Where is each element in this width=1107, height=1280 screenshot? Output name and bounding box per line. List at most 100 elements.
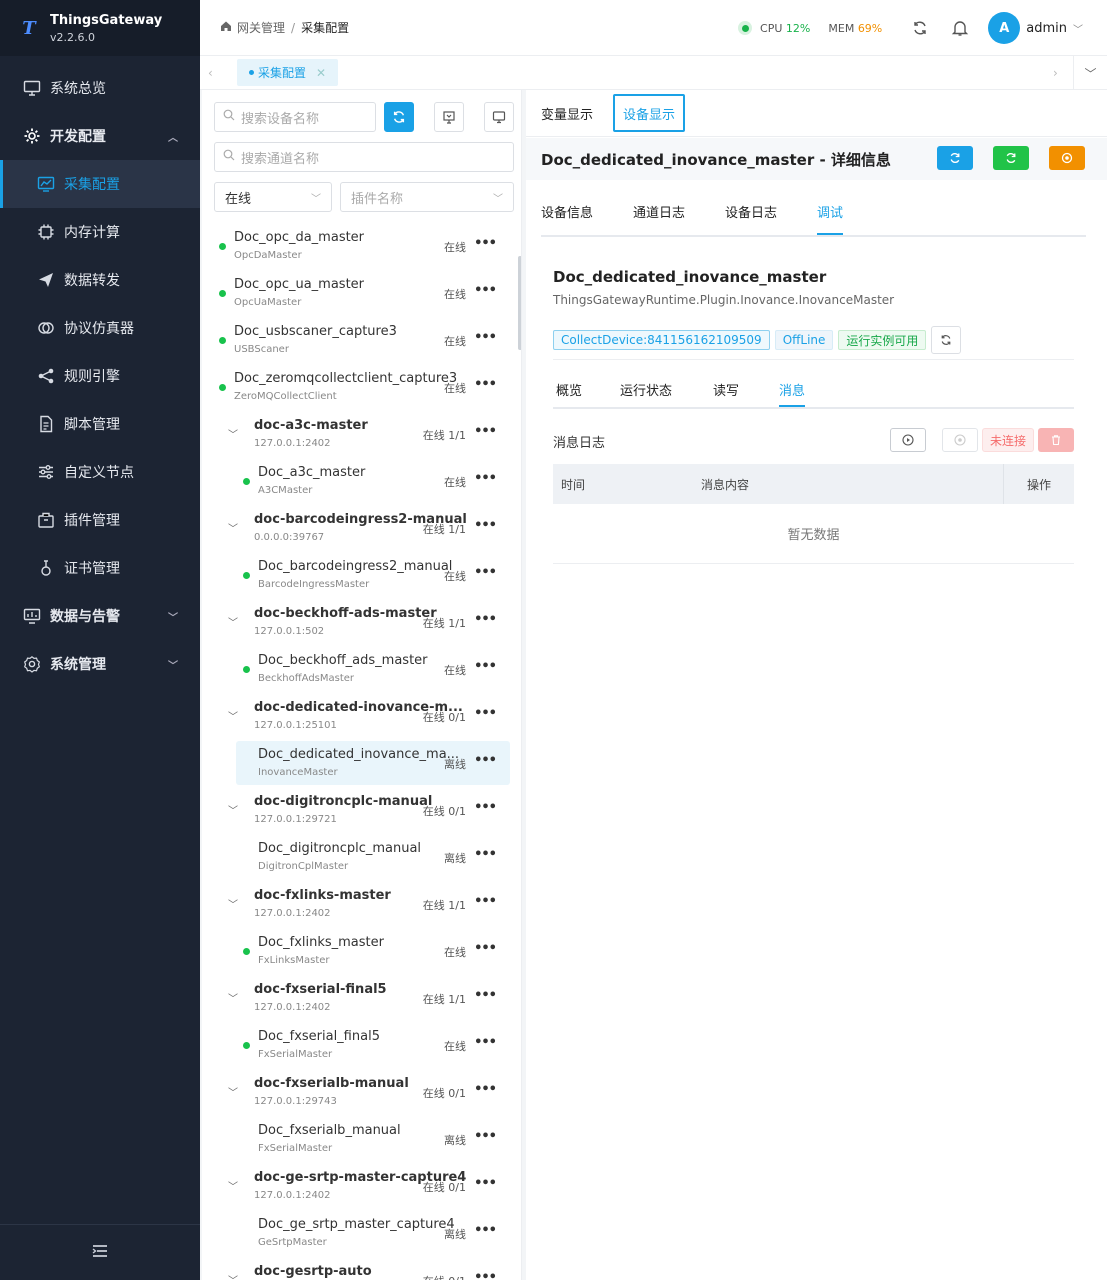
more-icon[interactable]: •••	[474, 847, 497, 862]
tree-child-item[interactable]: Doc_barcodeingress2_manual BarcodeIngress…	[202, 553, 518, 597]
sidebar-item-rule-engine[interactable]: 规则引擎	[0, 352, 200, 400]
sidebar-item-data-forward[interactable]: 数据转发	[0, 256, 200, 304]
chevron-right-icon[interactable]: ›	[1053, 56, 1058, 90]
more-icon[interactable]: •••	[474, 1082, 497, 1097]
chevron-down-icon[interactable]: ﹀	[228, 614, 238, 629]
refresh-icon[interactable]	[910, 18, 930, 38]
sidebar-item-system-manage[interactable]: 系统管理 ﹀	[0, 640, 200, 688]
more-icon[interactable]: •••	[474, 1270, 497, 1280]
more-icon[interactable]: •••	[474, 236, 497, 251]
tab-read-write[interactable]: 读写	[713, 380, 739, 399]
tree-child-item[interactable]: Doc_beckhoff_ads_master BeckhoffAdsMaster…	[202, 647, 518, 691]
tree-child-item[interactable]: Doc_fxserialb_manual FxSerialMaster 离线 •••	[202, 1117, 518, 1161]
delete-button[interactable]	[1038, 428, 1074, 452]
column-divider[interactable]	[1003, 464, 1004, 504]
tree-group[interactable]: ﹀ doc-fxserialb-manual 127.0.0.1:29743 在线 0…	[202, 1070, 518, 1114]
chevron-down-icon[interactable]: ﹀	[228, 520, 238, 535]
scrollbar[interactable]	[518, 256, 521, 350]
plugin-select[interactable]: 插件名称 ﹀	[340, 182, 514, 212]
collapse-sidebar-button[interactable]	[0, 1224, 200, 1280]
tree-item[interactable]: Doc_zeromqcollectclient_capture3 ZeroMQCo…	[202, 365, 518, 409]
tree-group[interactable]: ﹀ doc-ge-srtp-master-capture4 127.0.0.1:24…	[202, 1164, 518, 1208]
more-icon[interactable]: •••	[474, 659, 497, 674]
export-button[interactable]	[434, 102, 464, 132]
tree-child-item[interactable]: Doc_fxlinks_master FxLinksMaster 在线 •••	[202, 929, 518, 973]
refresh-button[interactable]	[384, 102, 414, 132]
tab-device-info[interactable]: 设备信息	[541, 202, 593, 221]
sidebar-item-cert-manage[interactable]: 证书管理	[0, 544, 200, 592]
chevron-down-icon[interactable]: ﹀	[228, 1084, 238, 1099]
refresh-button[interactable]	[931, 326, 962, 354]
logo[interactable]: T ThingsGateway v2.2.6.0	[0, 0, 200, 56]
chevron-down-icon[interactable]: ﹀	[228, 1178, 238, 1193]
sidebar-item-overview[interactable]: 系统总览	[0, 64, 200, 112]
avatar[interactable]: A	[988, 12, 1021, 44]
more-icon[interactable]: •••	[474, 377, 497, 392]
sidebar-item-plugin-manage[interactable]: 插件管理	[0, 496, 200, 544]
stop-button[interactable]	[942, 428, 978, 452]
status-select[interactable]: 在线 ﹀	[214, 182, 332, 212]
tree-group[interactable]: ﹀ doc-a3c-master 127.0.0.1:2402 在线 1/1 •••	[202, 412, 518, 456]
restart-button[interactable]	[993, 146, 1029, 170]
chevron-down-icon[interactable]: ﹀	[1073, 21, 1083, 36]
more-icon[interactable]: •••	[474, 330, 497, 345]
tree-item[interactable]: Doc_opc_da_master OpcDaMaster 在线 •••	[202, 224, 518, 268]
chevron-down-icon[interactable]: ﹀	[228, 1272, 238, 1280]
tab-channel-log[interactable]: 通道日志	[633, 202, 685, 221]
more-icon[interactable]: •••	[474, 1129, 497, 1144]
more-icon[interactable]: •••	[474, 753, 497, 768]
tree-group[interactable]: ﹀ doc-digitroncplc-manual 127.0.0.1:29721 在…	[202, 788, 518, 832]
more-icon[interactable]: •••	[474, 565, 497, 580]
tab-devices[interactable]: 设备显示	[613, 94, 685, 132]
tab-collect-config[interactable]: 采集配置 ✕	[237, 59, 339, 86]
tree-item[interactable]: Doc_opc_ua_master OpcUaMaster 在线 •••	[202, 271, 518, 315]
bell-icon[interactable]	[950, 18, 970, 38]
tree-group[interactable]: ﹀ doc-fxlinks-master 127.0.0.1:2402 在线 1/1 •…	[202, 882, 518, 926]
sidebar-item-memory-compute[interactable]: 内存计算	[0, 208, 200, 256]
tree-group[interactable]: ﹀ doc-fxserial-final5 127.0.0.1:2402 在线 1/1…	[202, 976, 518, 1020]
sidebar-item-script-manage[interactable]: 脚本管理	[0, 400, 200, 448]
settings-button[interactable]	[1049, 146, 1085, 170]
tab-run-status[interactable]: 运行状态	[620, 380, 672, 399]
tree-child-item[interactable]: Doc_fxserial_final5 FxSerialMaster 在线 •••	[202, 1023, 518, 1067]
sidebar-item-data-alarm[interactable]: 数据与告警 ﹀	[0, 592, 200, 640]
tab-debug[interactable]: 调试	[817, 202, 844, 235]
chevron-down-icon[interactable]: ﹀	[1073, 56, 1107, 90]
sidebar-item-protocol-simulator[interactable]: 协议仿真器	[0, 304, 200, 352]
tree-group[interactable]: ﹀ doc-gesrtp-auto 在线 0/1 •••	[202, 1258, 518, 1280]
sidebar-item-dev-config[interactable]: 开发配置 ︿	[0, 112, 200, 160]
more-icon[interactable]: •••	[474, 800, 497, 815]
more-icon[interactable]: •••	[474, 706, 497, 721]
sidebar-item-collect-config[interactable]: 采集配置	[0, 160, 200, 208]
tab-overview[interactable]: 概览	[556, 380, 582, 399]
more-icon[interactable]: •••	[474, 988, 497, 1003]
tab-messages[interactable]: 消息	[779, 380, 806, 407]
refresh-button[interactable]	[937, 146, 973, 170]
more-icon[interactable]: •••	[474, 1223, 497, 1238]
tree-child-item[interactable]: Doc_a3c_master A3CMaster 在线 •••	[202, 459, 518, 503]
more-icon[interactable]: •••	[474, 283, 497, 298]
tree-child-item[interactable]: Doc_digitroncplc_manual DigitronCplMaster…	[202, 835, 518, 879]
monitor-button[interactable]	[484, 102, 514, 132]
tree-group[interactable]: ﹀ doc-beckhoff-ads-master 127.0.0.1:502 在线 …	[202, 600, 518, 644]
more-icon[interactable]: •••	[474, 941, 497, 956]
chevron-down-icon[interactable]: ﹀	[228, 802, 238, 817]
tab-variables[interactable]: 变量显示	[541, 90, 613, 137]
chevron-down-icon[interactable]: ﹀	[228, 426, 238, 441]
more-icon[interactable]: •••	[474, 1176, 497, 1191]
tree-group[interactable]: ﹀ doc-barcodeingress2-manual 0.0.0.0:39767…	[202, 506, 518, 550]
home-icon[interactable]	[220, 20, 232, 35]
search-channel-input[interactable]: 搜索通道名称	[214, 142, 514, 172]
tree-selected-item[interactable]: Doc_dedicated_inovance_ma... InovanceMast…	[236, 741, 510, 785]
chevron-left-icon[interactable]: ‹	[208, 56, 213, 90]
tree-child-item[interactable]: Doc_ge_srtp_master_capture4 GeSrtpMaster 离…	[202, 1211, 518, 1255]
breadcrumb-root[interactable]: 网关管理	[237, 19, 285, 36]
more-icon[interactable]: •••	[474, 1035, 497, 1050]
tab-device-log[interactable]: 设备日志	[725, 202, 777, 221]
user-name[interactable]: admin	[1026, 21, 1067, 36]
chevron-down-icon[interactable]: ﹀	[228, 990, 238, 1005]
more-icon[interactable]: •••	[474, 518, 497, 533]
more-icon[interactable]: •••	[474, 471, 497, 486]
chevron-down-icon[interactable]: ﹀	[228, 708, 238, 723]
tree-item[interactable]: Doc_usbscaner_capture3 USBScaner 在线 •••	[202, 318, 518, 362]
